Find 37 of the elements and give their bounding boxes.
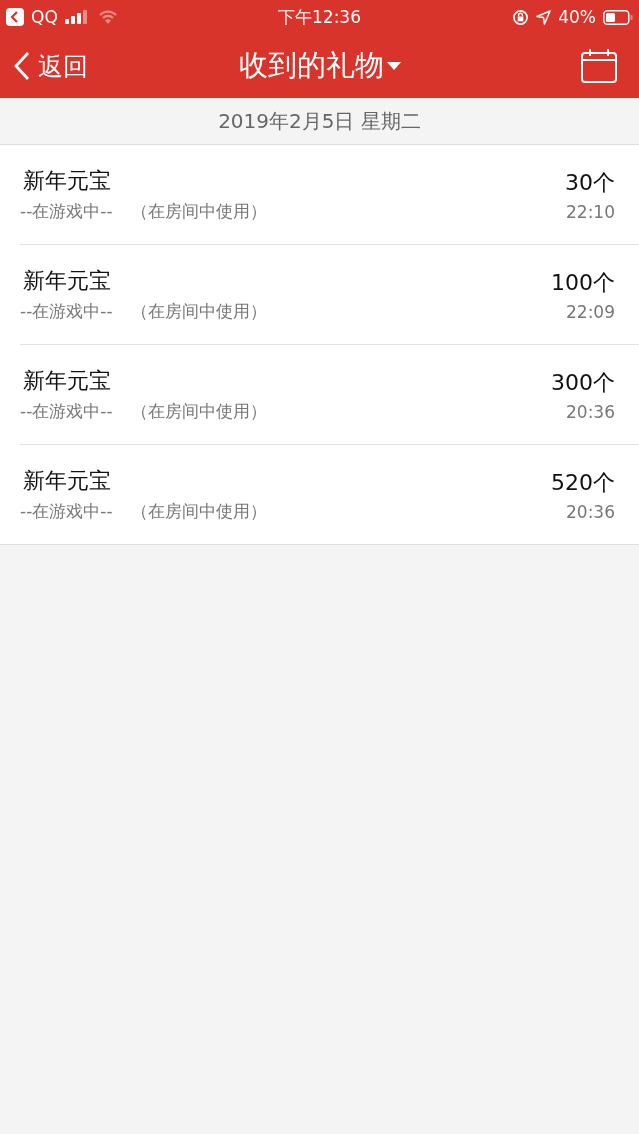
back-button[interactable]: 返回 <box>14 49 88 83</box>
gift-count: 100个 <box>551 268 615 297</box>
gift-time: 20:36 <box>566 401 615 422</box>
chevron-left-icon <box>14 51 30 81</box>
gift-count: 300个 <box>551 368 615 397</box>
gift-note: （在房间中使用） <box>130 400 267 423</box>
back-app-label[interactable]: QQ <box>31 7 58 27</box>
gift-name: 新年元宝 <box>23 267 112 295</box>
gift-count: 520个 <box>551 468 615 497</box>
gift-source: --在游戏中-- <box>20 200 113 223</box>
caret-icon <box>386 62 401 70</box>
gift-count: 30个 <box>565 168 615 197</box>
status-time: 下午12:36 <box>278 5 361 29</box>
gift-name: 新年元宝 <box>23 167 112 195</box>
gift-source: --在游戏中-- <box>20 400 113 423</box>
gift-note: （在房间中使用） <box>130 300 267 323</box>
gift-source: --在游戏中-- <box>20 300 113 323</box>
title-dropdown[interactable]: 收到的礼物 <box>238 46 401 86</box>
gift-row[interactable]: 新年元宝 --在游戏中-- （在房间中使用） 100个 22:09 <box>20 245 639 345</box>
gift-source: --在游戏中-- <box>20 500 113 523</box>
battery-percent: 40% <box>558 7 596 27</box>
gift-note: （在房间中使用） <box>130 200 267 223</box>
gift-name: 新年元宝 <box>23 467 112 495</box>
gift-row[interactable]: 新年元宝 --在游戏中-- （在房间中使用） 300个 20:36 <box>20 345 639 445</box>
battery-icon <box>603 9 633 25</box>
calendar-icon[interactable] <box>581 49 617 83</box>
wifi-icon <box>97 10 118 24</box>
gift-name: 新年元宝 <box>23 367 112 395</box>
date-header: 2019年2月5日 星期二 <box>218 107 421 135</box>
rotation-lock-icon <box>512 8 530 26</box>
gift-row[interactable]: 新年元宝 --在游戏中-- （在房间中使用） 520个 20:36 <box>20 445 639 544</box>
location-icon <box>536 9 552 25</box>
gift-row[interactable]: 新年元宝 --在游戏中-- （在房间中使用） 30个 22:10 <box>20 145 639 245</box>
gift-time: 22:09 <box>566 301 615 322</box>
gift-time: 22:10 <box>566 201 615 222</box>
gift-time: 20:36 <box>566 501 615 522</box>
gift-note: （在房间中使用） <box>130 500 267 523</box>
